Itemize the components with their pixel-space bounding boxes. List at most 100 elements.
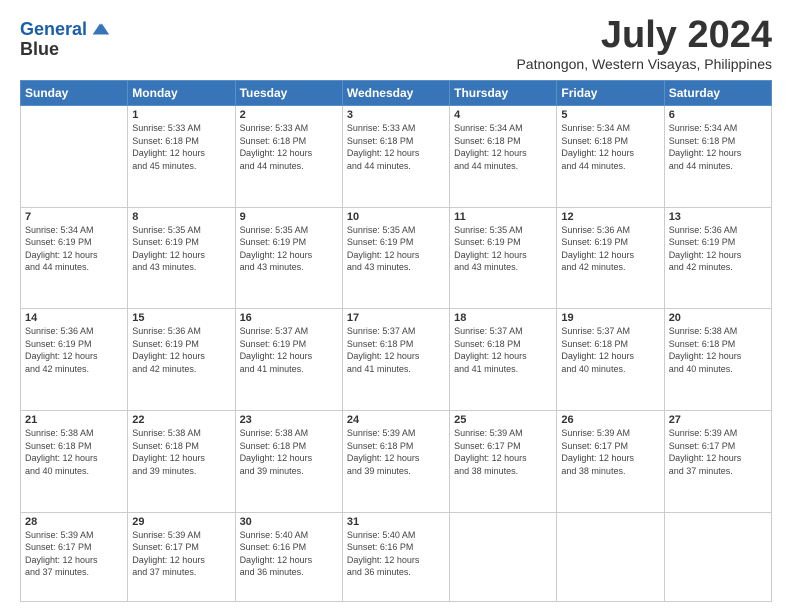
day-number: 23 [240, 414, 338, 426]
table-row: 6Sunrise: 5:34 AM Sunset: 6:18 PM Daylig… [664, 106, 771, 208]
day-number: 17 [347, 312, 445, 324]
header-tuesday: Tuesday [235, 81, 342, 106]
day-info: Sunrise: 5:39 AM Sunset: 6:17 PM Dayligh… [454, 427, 552, 477]
table-row: 30Sunrise: 5:40 AM Sunset: 6:16 PM Dayli… [235, 512, 342, 601]
calendar-week-row: 7Sunrise: 5:34 AM Sunset: 6:19 PM Daylig… [21, 207, 772, 309]
header-saturday: Saturday [664, 81, 771, 106]
table-row: 7Sunrise: 5:34 AM Sunset: 6:19 PM Daylig… [21, 207, 128, 309]
day-number: 16 [240, 312, 338, 324]
table-row: 9Sunrise: 5:35 AM Sunset: 6:19 PM Daylig… [235, 207, 342, 309]
page: General Blue July 2024 Patnongon, Wester… [0, 0, 792, 612]
day-info: Sunrise: 5:38 AM Sunset: 6:18 PM Dayligh… [240, 427, 338, 477]
day-info: Sunrise: 5:39 AM Sunset: 6:17 PM Dayligh… [561, 427, 659, 477]
header-thursday: Thursday [450, 81, 557, 106]
day-number: 6 [669, 109, 767, 121]
day-info: Sunrise: 5:37 AM Sunset: 6:18 PM Dayligh… [347, 325, 445, 375]
table-row: 25Sunrise: 5:39 AM Sunset: 6:17 PM Dayli… [450, 410, 557, 512]
day-info: Sunrise: 5:39 AM Sunset: 6:17 PM Dayligh… [25, 529, 123, 579]
calendar-week-row: 14Sunrise: 5:36 AM Sunset: 6:19 PM Dayli… [21, 309, 772, 411]
table-row: 23Sunrise: 5:38 AM Sunset: 6:18 PM Dayli… [235, 410, 342, 512]
day-info: Sunrise: 5:34 AM Sunset: 6:18 PM Dayligh… [669, 122, 767, 172]
table-row: 24Sunrise: 5:39 AM Sunset: 6:18 PM Dayli… [342, 410, 449, 512]
table-row: 3Sunrise: 5:33 AM Sunset: 6:18 PM Daylig… [342, 106, 449, 208]
day-number: 28 [25, 516, 123, 528]
calendar-table: Sunday Monday Tuesday Wednesday Thursday… [20, 80, 772, 602]
table-row: 27Sunrise: 5:39 AM Sunset: 6:17 PM Dayli… [664, 410, 771, 512]
day-number: 10 [347, 211, 445, 223]
table-row: 1Sunrise: 5:33 AM Sunset: 6:18 PM Daylig… [128, 106, 235, 208]
day-number: 12 [561, 211, 659, 223]
table-row: 4Sunrise: 5:34 AM Sunset: 6:18 PM Daylig… [450, 106, 557, 208]
day-info: Sunrise: 5:36 AM Sunset: 6:19 PM Dayligh… [25, 325, 123, 375]
logo-icon [89, 18, 111, 40]
day-number: 9 [240, 211, 338, 223]
table-row: 17Sunrise: 5:37 AM Sunset: 6:18 PM Dayli… [342, 309, 449, 411]
day-info: Sunrise: 5:39 AM Sunset: 6:17 PM Dayligh… [132, 529, 230, 579]
day-number: 30 [240, 516, 338, 528]
day-info: Sunrise: 5:37 AM Sunset: 6:18 PM Dayligh… [561, 325, 659, 375]
table-row: 16Sunrise: 5:37 AM Sunset: 6:19 PM Dayli… [235, 309, 342, 411]
month-title: July 2024 [516, 16, 772, 54]
table-row: 2Sunrise: 5:33 AM Sunset: 6:18 PM Daylig… [235, 106, 342, 208]
calendar-week-row: 28Sunrise: 5:39 AM Sunset: 6:17 PM Dayli… [21, 512, 772, 601]
calendar-week-row: 1Sunrise: 5:33 AM Sunset: 6:18 PM Daylig… [21, 106, 772, 208]
day-info: Sunrise: 5:34 AM Sunset: 6:18 PM Dayligh… [561, 122, 659, 172]
day-info: Sunrise: 5:33 AM Sunset: 6:18 PM Dayligh… [132, 122, 230, 172]
day-number: 1 [132, 109, 230, 121]
table-row: 18Sunrise: 5:37 AM Sunset: 6:18 PM Dayli… [450, 309, 557, 411]
day-info: Sunrise: 5:38 AM Sunset: 6:18 PM Dayligh… [669, 325, 767, 375]
table-row: 12Sunrise: 5:36 AM Sunset: 6:19 PM Dayli… [557, 207, 664, 309]
day-number: 11 [454, 211, 552, 223]
day-number: 4 [454, 109, 552, 121]
table-row: 15Sunrise: 5:36 AM Sunset: 6:19 PM Dayli… [128, 309, 235, 411]
logo-line1: General [20, 20, 111, 40]
location: Patnongon, Western Visayas, Philippines [516, 56, 772, 72]
day-number: 24 [347, 414, 445, 426]
table-row: 26Sunrise: 5:39 AM Sunset: 6:17 PM Dayli… [557, 410, 664, 512]
day-number: 3 [347, 109, 445, 121]
day-info: Sunrise: 5:37 AM Sunset: 6:18 PM Dayligh… [454, 325, 552, 375]
day-info: Sunrise: 5:35 AM Sunset: 6:19 PM Dayligh… [454, 224, 552, 274]
table-row: 13Sunrise: 5:36 AM Sunset: 6:19 PM Dayli… [664, 207, 771, 309]
table-row: 8Sunrise: 5:35 AM Sunset: 6:19 PM Daylig… [128, 207, 235, 309]
calendar-header-row: Sunday Monday Tuesday Wednesday Thursday… [21, 81, 772, 106]
table-row [450, 512, 557, 601]
day-number: 5 [561, 109, 659, 121]
header-sunday: Sunday [21, 81, 128, 106]
day-info: Sunrise: 5:38 AM Sunset: 6:18 PM Dayligh… [132, 427, 230, 477]
day-number: 27 [669, 414, 767, 426]
day-number: 21 [25, 414, 123, 426]
day-info: Sunrise: 5:36 AM Sunset: 6:19 PM Dayligh… [669, 224, 767, 274]
title-block: July 2024 Patnongon, Western Visayas, Ph… [516, 16, 772, 72]
day-info: Sunrise: 5:40 AM Sunset: 6:16 PM Dayligh… [347, 529, 445, 579]
day-number: 31 [347, 516, 445, 528]
day-info: Sunrise: 5:35 AM Sunset: 6:19 PM Dayligh… [240, 224, 338, 274]
table-row: 28Sunrise: 5:39 AM Sunset: 6:17 PM Dayli… [21, 512, 128, 601]
day-number: 19 [561, 312, 659, 324]
day-info: Sunrise: 5:33 AM Sunset: 6:18 PM Dayligh… [240, 122, 338, 172]
table-row [664, 512, 771, 601]
day-info: Sunrise: 5:33 AM Sunset: 6:18 PM Dayligh… [347, 122, 445, 172]
header-monday: Monday [128, 81, 235, 106]
day-number: 18 [454, 312, 552, 324]
day-info: Sunrise: 5:39 AM Sunset: 6:18 PM Dayligh… [347, 427, 445, 477]
header-wednesday: Wednesday [342, 81, 449, 106]
table-row: 22Sunrise: 5:38 AM Sunset: 6:18 PM Dayli… [128, 410, 235, 512]
day-info: Sunrise: 5:38 AM Sunset: 6:18 PM Dayligh… [25, 427, 123, 477]
table-row: 5Sunrise: 5:34 AM Sunset: 6:18 PM Daylig… [557, 106, 664, 208]
calendar-week-row: 21Sunrise: 5:38 AM Sunset: 6:18 PM Dayli… [21, 410, 772, 512]
day-info: Sunrise: 5:37 AM Sunset: 6:19 PM Dayligh… [240, 325, 338, 375]
table-row: 14Sunrise: 5:36 AM Sunset: 6:19 PM Dayli… [21, 309, 128, 411]
table-row [557, 512, 664, 601]
day-info: Sunrise: 5:36 AM Sunset: 6:19 PM Dayligh… [561, 224, 659, 274]
table-row: 20Sunrise: 5:38 AM Sunset: 6:18 PM Dayli… [664, 309, 771, 411]
day-number: 8 [132, 211, 230, 223]
table-row: 11Sunrise: 5:35 AM Sunset: 6:19 PM Dayli… [450, 207, 557, 309]
day-info: Sunrise: 5:39 AM Sunset: 6:17 PM Dayligh… [669, 427, 767, 477]
logo: General Blue [20, 20, 111, 60]
day-number: 15 [132, 312, 230, 324]
day-info: Sunrise: 5:34 AM Sunset: 6:18 PM Dayligh… [454, 122, 552, 172]
header-friday: Friday [557, 81, 664, 106]
day-number: 20 [669, 312, 767, 324]
table-row: 29Sunrise: 5:39 AM Sunset: 6:17 PM Dayli… [128, 512, 235, 601]
